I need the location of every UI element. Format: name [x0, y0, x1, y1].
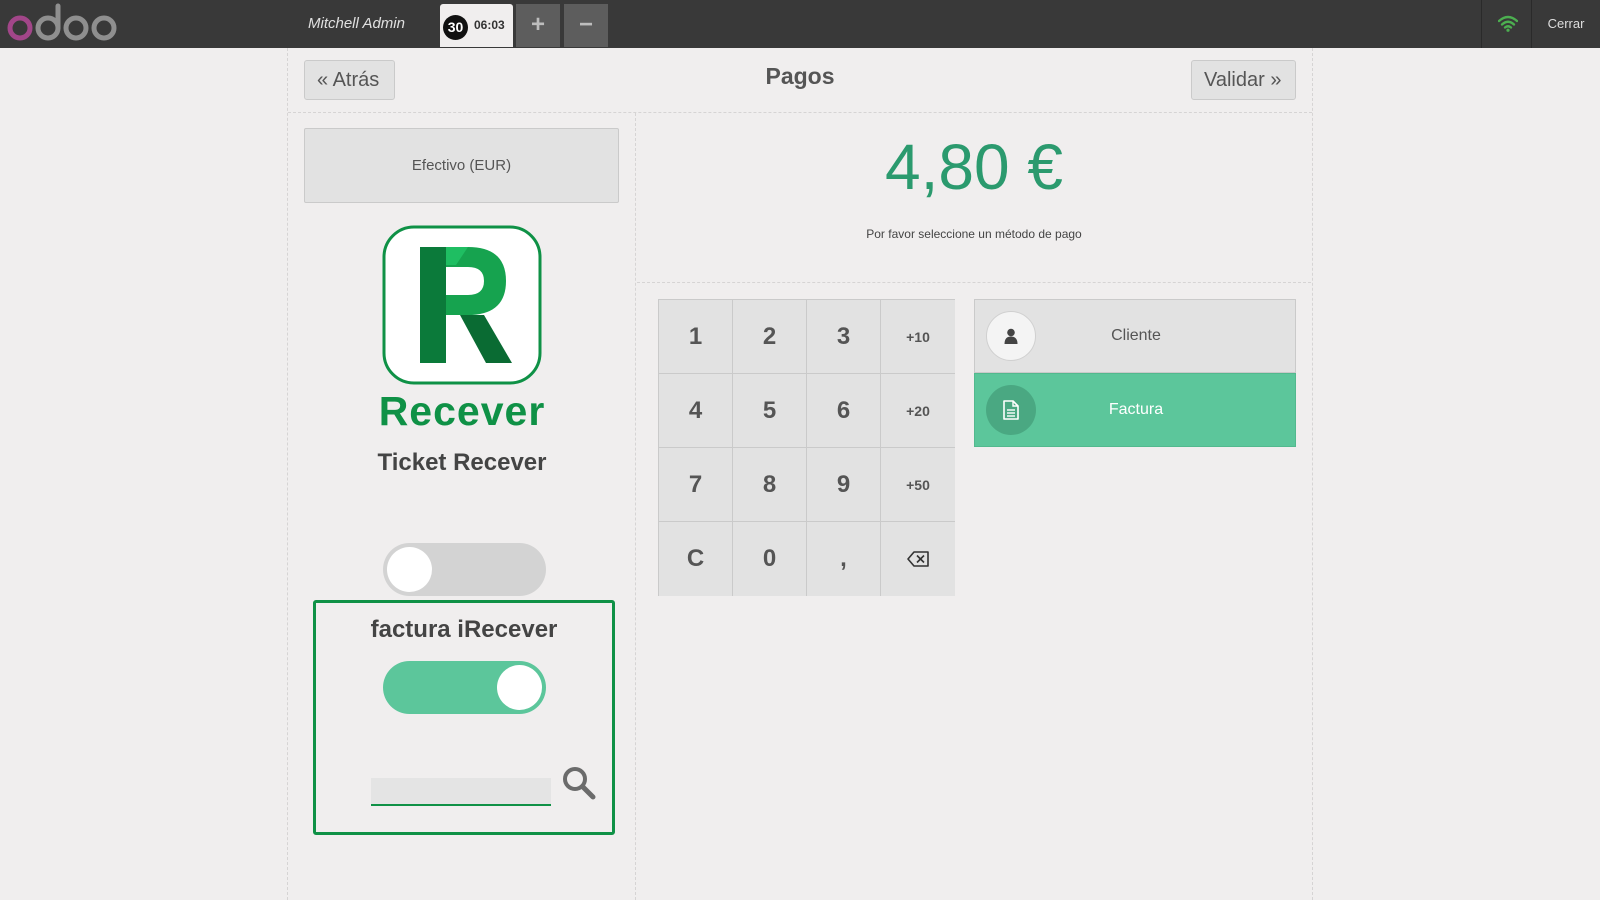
numpad: 1 2 3 +10 4 5 6 +20 7 8 9 +50 C 0 , — [658, 299, 955, 596]
numpad-key-4[interactable]: 4 — [659, 374, 733, 448]
divider — [637, 282, 1311, 283]
invoice-recever-label: factura iRecever — [370, 616, 558, 643]
numpad-key-clear[interactable]: C — [659, 522, 733, 596]
invoice-recever-toggle[interactable] — [383, 661, 546, 714]
invoice-search-input[interactable] — [371, 778, 551, 806]
numpad-key-1[interactable]: 1 — [659, 300, 733, 374]
customer-button[interactable]: Cliente — [974, 299, 1296, 373]
connection-status[interactable] — [1481, 0, 1531, 48]
payment-hint: Por favor seleccione un método de pago — [866, 227, 1082, 241]
action-pad: Cliente Factura — [974, 299, 1296, 447]
numpad-key-2[interactable]: 2 — [733, 300, 807, 374]
payment-screen: « Atrás Pagos Validar » Efectivo (EUR) R… — [287, 48, 1313, 900]
remove-order-button[interactable]: − — [564, 4, 608, 47]
invoice-button[interactable]: Factura — [974, 373, 1296, 447]
add-order-button[interactable]: + — [516, 4, 560, 47]
toggle-knob — [387, 547, 432, 592]
numpad-key-7[interactable]: 7 — [659, 448, 733, 522]
payment-methods-panel: Efectivo (EUR) Recever Ticket Recever fa… — [288, 113, 636, 900]
numpad-key-0[interactable]: 0 — [733, 522, 807, 596]
top-bar: Mitchell Admin 30 06:03 + − Cerrar — [0, 0, 1600, 48]
order-time: 06:03 — [474, 18, 505, 32]
numpad-key-backspace[interactable] — [881, 522, 955, 596]
numpad-key-6[interactable]: 6 — [807, 374, 881, 448]
numpad-key-9[interactable]: 9 — [807, 448, 881, 522]
numpad-key-plus50[interactable]: +50 — [881, 448, 955, 522]
order-badge: 30 — [443, 15, 468, 40]
ticket-recever-toggle[interactable] — [383, 543, 546, 596]
ticket-recever-label: Ticket Recever — [377, 449, 547, 476]
wifi-icon — [1498, 15, 1518, 32]
search-icon[interactable] — [561, 765, 597, 806]
numpad-key-plus20[interactable]: +20 — [881, 374, 955, 448]
recever-brand: Recever — [378, 388, 546, 434]
backspace-icon — [907, 551, 929, 567]
payment-method-cash[interactable]: Efectivo (EUR) — [304, 128, 619, 203]
toggle-knob — [497, 665, 542, 710]
page-title: Pagos — [765, 63, 835, 89]
numpad-key-comma[interactable]: , — [807, 522, 881, 596]
recever-logo — [382, 225, 542, 390]
total-amount: 4,80 € — [885, 131, 1063, 203]
order-tab[interactable]: 30 06:03 — [440, 4, 513, 47]
numpad-key-3[interactable]: 3 — [807, 300, 881, 374]
numpad-key-8[interactable]: 8 — [733, 448, 807, 522]
validate-button[interactable]: Validar » — [1191, 60, 1296, 100]
numpad-key-plus10[interactable]: +10 — [881, 300, 955, 374]
screen-header: « Atrás Pagos Validar » — [288, 48, 1312, 113]
close-button[interactable]: Cerrar — [1531, 0, 1600, 48]
cashier-name[interactable]: Mitchell Admin — [308, 15, 405, 32]
odoo-logo — [6, 2, 118, 49]
customer-label: Cliente — [1111, 327, 1161, 344]
numpad-key-5[interactable]: 5 — [733, 374, 807, 448]
invoice-recever-box: factura iRecever — [313, 600, 615, 835]
invoice-label: Factura — [1108, 401, 1164, 418]
